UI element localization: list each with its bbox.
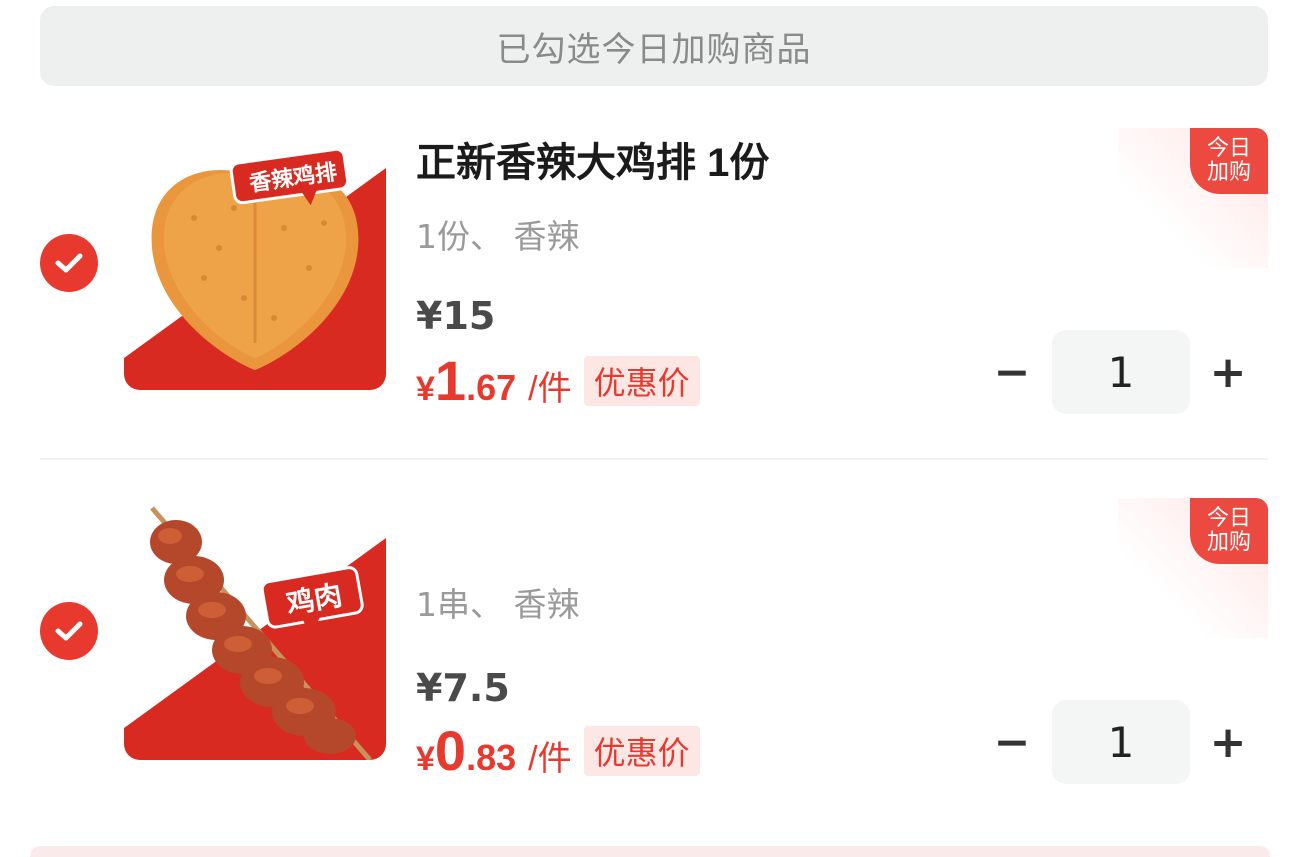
increase-quantity-button[interactable]: + [1208,717,1248,768]
check-icon [55,621,83,641]
promo-label: 优惠价 [583,725,700,776]
tag-line-1: 今日 [1206,506,1251,531]
product-card[interactable]: 今日 加购 香辣鸡排 正新香辣大鸡排 1份 1份、 香辣 ¥15 ¥ 1 .67… [0,112,1290,472]
product-card[interactable]: 今日 加购 鸡肉 1串、 香辣 ¥7.5 ¥ 0 .83 /件 优惠价 − 1 … [0,482,1290,842]
price-decimal: .83 [466,737,517,778]
checkbox-checked[interactable] [40,602,98,660]
product-image-chicken-cutlet[interactable]: 香辣鸡排 [124,128,386,390]
price-integer: 1 [434,349,467,412]
tag-line-2: 加购 [1206,530,1251,555]
tag-line-2: 加购 [1206,160,1251,185]
price-unit: /件 [528,370,572,408]
quantity-value[interactable]: 1 [1052,330,1190,414]
price-currency: ¥ [416,370,435,408]
product-image-chicken-skewer[interactable]: 鸡肉 [124,498,386,760]
section-header-title: 已勾选今日加购商品 [496,29,812,70]
section-header: 已勾选今日加购商品 [40,6,1268,86]
discount-price: ¥ 0 .83 /件 优惠价 [416,718,700,783]
check-icon [55,253,83,273]
quantity-text: 1 [1107,717,1135,767]
decrease-quantity-button[interactable]: − [992,717,1032,768]
price-integer: 0 [434,719,467,782]
today-addon-tag: 今日 加购 [1190,498,1268,564]
bottom-panel-edge [30,846,1270,857]
original-price: ¥15 [416,294,496,338]
today-addon-tag: 今日 加购 [1190,128,1268,194]
checkbox-checked[interactable] [40,234,98,292]
increase-quantity-button[interactable]: + [1208,347,1248,398]
quantity-text: 1 [1107,347,1135,397]
item-divider [40,458,1268,460]
price-currency: ¥ [416,740,435,778]
product-spec: 1串、 香辣 [416,585,580,624]
discount-price: ¥ 1 .67 /件 优惠价 [416,348,700,413]
price-decimal: .67 [466,367,517,408]
quantity-value[interactable]: 1 [1052,700,1190,784]
product-title: 正新香辣大鸡排 1份 [416,141,770,185]
product-spec: 1份、 香辣 [416,217,580,256]
promo-label: 优惠价 [583,355,700,406]
decrease-quantity-button[interactable]: − [992,347,1032,398]
original-price: ¥7.5 [416,666,510,710]
price-unit: /件 [528,740,572,778]
tag-line-1: 今日 [1206,136,1251,161]
